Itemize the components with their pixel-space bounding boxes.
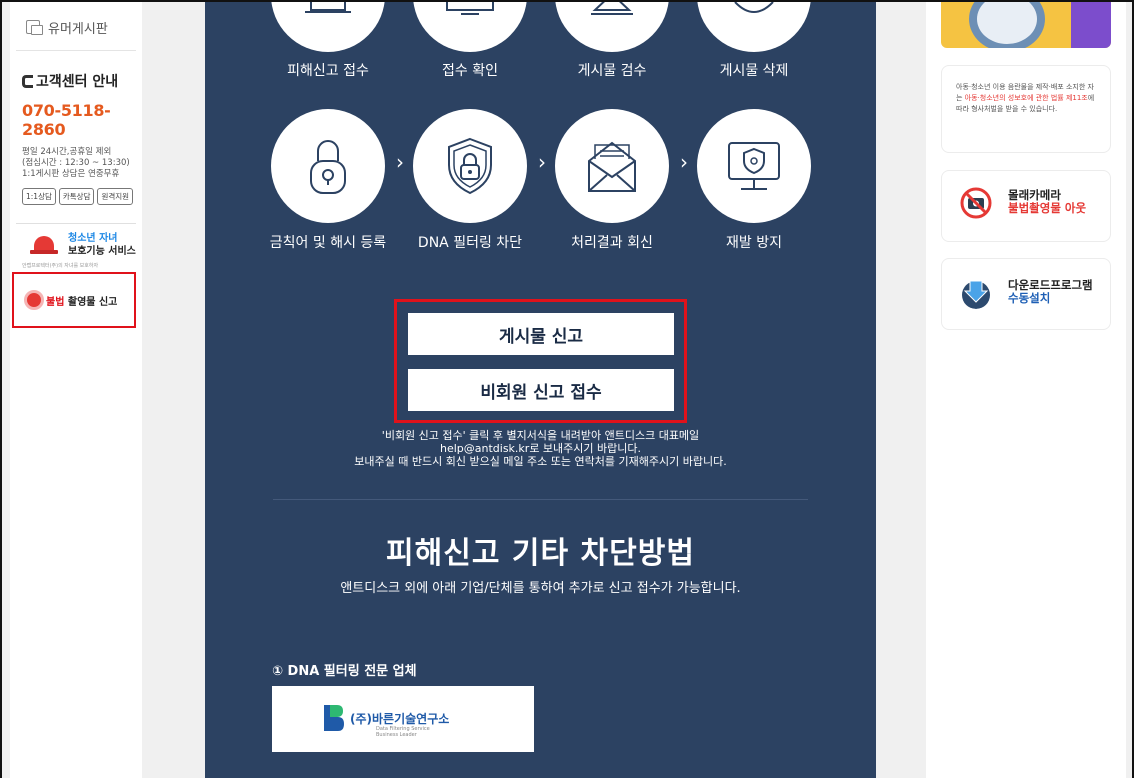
sidebar-divider bbox=[16, 50, 136, 51]
youth-banner-caption: 안랩프로텍터(주)의 자녀를 보호하자 bbox=[22, 263, 99, 269]
partner-name: (주)바른기술연구소 bbox=[350, 712, 450, 726]
cs-hours: 평일 24시간,공휴일 제외 (점심시간 : 12:30 ~ 13:30) 1:… bbox=[22, 147, 142, 180]
post-review-circle bbox=[555, 2, 669, 52]
step-label: 처리결과 회신 bbox=[571, 235, 653, 251]
receipt-check-circle bbox=[413, 2, 527, 52]
left-sidebar: 유머게시판 고객센터 안내 070-5118-2860 평일 24시간,공휴일 … bbox=[10, 2, 142, 778]
report-process-panel: 피해신고 접수 접수 확인 게시물 검수 게시물 삭제 › › › 금칙어 및 … bbox=[205, 2, 876, 778]
chevron-right-icon: › bbox=[396, 150, 404, 174]
cs-phone-number: 070-5118-2860 bbox=[22, 101, 111, 139]
post-delete-circle bbox=[697, 2, 811, 52]
one-to-one-button[interactable]: 1:1상담 bbox=[22, 188, 56, 205]
result-reply-circle bbox=[555, 109, 669, 223]
cs-title-label: 고객센터 안내 bbox=[36, 74, 119, 90]
humor-board-link[interactable]: 유머게시판 bbox=[10, 2, 142, 42]
legal-notice-text: 아동·청소년 이용 음란물을 제작·배포 소지한 자는 아동·청소년의 성보호에… bbox=[942, 66, 1110, 131]
padlock-icon bbox=[310, 140, 346, 194]
partner-logo-bareun[interactable]: (주)바른기술연구소 Data Filtering Service Busine… bbox=[272, 686, 534, 752]
report-post-button[interactable]: 게시물 신고 bbox=[408, 313, 674, 355]
shield-lock-icon bbox=[448, 137, 492, 195]
legal-notice-card: 아동·청소년 이용 음란물을 제작·배포 소지한 자는 아동·청소년의 성보호에… bbox=[941, 65, 1111, 153]
partner-tagline-line: Business Leader bbox=[376, 732, 417, 738]
step-label: 게시물 삭제 bbox=[719, 63, 789, 79]
download-program-banner[interactable]: 다운로드프로그램 수동설치 bbox=[941, 258, 1111, 330]
step-label: 재발 방지 bbox=[726, 235, 782, 251]
dna-filter-circle bbox=[413, 109, 527, 223]
hand-click-icon bbox=[24, 290, 44, 310]
download-banner-text: 다운로드프로그램 수동설치 bbox=[1008, 279, 1093, 305]
step-label: 접수 확인 bbox=[442, 63, 498, 79]
cs-title: 고객센터 안내 bbox=[22, 71, 142, 91]
document-icon bbox=[591, 2, 633, 15]
chevron-right-icon: › bbox=[680, 150, 688, 174]
keyword-hash-circle bbox=[271, 109, 385, 223]
bareun-logo-icon bbox=[324, 705, 344, 731]
gear-icon bbox=[734, 2, 774, 13]
kakao-chat-button[interactable]: 카톡상담 bbox=[58, 188, 95, 205]
nonmember-report-button[interactable]: 비회원 신고 접수 bbox=[408, 369, 674, 411]
illegal-red-word: 불법 bbox=[46, 296, 65, 308]
monitor-shield-icon bbox=[728, 142, 780, 190]
legal-law-name: 아동·청소년의 성보호에 관한 법률 제11조 bbox=[964, 94, 1088, 102]
section-divider bbox=[273, 499, 808, 500]
magnifier-promo-image[interactable] bbox=[941, 2, 1111, 48]
cs-hours-line: 평일 24시간,공휴일 제외 bbox=[22, 147, 112, 157]
cs-buttons: 1:1상담 카톡상담 원격지원 bbox=[22, 188, 142, 205]
partner-tagline: Data Filtering Service Business Leader bbox=[376, 726, 430, 738]
step-label: 피해신고 접수 bbox=[287, 63, 369, 79]
hidden-camera-banner[interactable]: 몰래카메라 불법촬영물 아웃 bbox=[941, 170, 1111, 242]
chevron-right-icon: › bbox=[538, 150, 546, 174]
step-label: 게시물 검수 bbox=[577, 63, 647, 79]
youth-banner-line1: 청소년 자녀 bbox=[68, 233, 118, 244]
youth-banner-line2: 보호기능 서비스 bbox=[68, 246, 136, 257]
report-receipt-circle bbox=[271, 2, 385, 52]
camera-banner-text: 몰래카메라 불법촬영물 아웃 bbox=[1008, 189, 1086, 215]
mail-icon bbox=[588, 141, 636, 192]
board-icon bbox=[26, 20, 43, 35]
step-label: 금칙어 및 해시 등록 bbox=[269, 235, 387, 251]
cs-hours-line: (점심시간 : 12:30 ~ 13:30) bbox=[22, 158, 130, 168]
section-title: 피해신고 기타 차단방법 bbox=[386, 536, 695, 571]
remote-support-button[interactable]: 원격지원 bbox=[97, 188, 134, 205]
recurrence-prevention-circle bbox=[697, 109, 811, 223]
phone-icon bbox=[22, 74, 33, 88]
report-actions-highlight: 게시물 신고 비회원 신고 접수 bbox=[394, 299, 687, 423]
illegal-rest-words: 촬영물 신고 bbox=[64, 296, 118, 308]
laptop-icon bbox=[305, 2, 351, 13]
download-banner-line2: 수동설치 bbox=[1008, 291, 1051, 305]
notice-line: 보내주실 때 반드시 회신 받으실 메일 주소 또는 연락처를 기재해주시기 바… bbox=[354, 455, 727, 468]
right-sidebar: 아동·청소년 이용 음란물을 제작·배포 소지한 자는 아동·청소년의 성보호에… bbox=[926, 2, 1126, 778]
notice-line: help@antdisk.kr로 보내주시기 바랍니다. bbox=[439, 442, 642, 455]
no-camera-icon bbox=[960, 187, 992, 219]
siren-icon bbox=[30, 236, 58, 254]
dna-filter-heading: ① DNA 필터링 전문 업체 bbox=[272, 664, 417, 679]
board-link-label: 유머게시판 bbox=[48, 21, 108, 37]
youth-protection-banner[interactable]: 청소년 자녀 보호기능 서비스 안랩프로텍터(주)의 자녀를 보호하자 bbox=[16, 223, 136, 273]
step-label: DNA 필터링 차단 bbox=[417, 235, 523, 251]
cs-hours-line: 1:1게시판 상담은 연중무휴 bbox=[22, 169, 120, 179]
notice-line: '비회원 신고 접수' 클릭 후 별지서식을 내려받아 앤트디스크 대표메일 bbox=[381, 429, 700, 442]
section-subtitle: 앤트디스크 외에 아래 기업/단체를 통하여 추가로 신고 접수가 가능합니다. bbox=[340, 581, 741, 596]
illegal-report-label: 불법 촬영물 신고 bbox=[46, 293, 117, 308]
browser-frame: 유머게시판 고객센터 안내 070-5118-2860 평일 24시간,공휴일 … bbox=[0, 0, 1134, 778]
illegal-content-report-banner[interactable]: 불법 촬영물 신고 bbox=[12, 272, 136, 328]
youth-banner-text: 청소년 자녀 보호기능 서비스 bbox=[68, 232, 136, 258]
download-icon bbox=[962, 280, 990, 309]
camera-banner-line2: 불법촬영물 아웃 bbox=[1008, 201, 1087, 215]
monitor-icon bbox=[446, 2, 494, 15]
